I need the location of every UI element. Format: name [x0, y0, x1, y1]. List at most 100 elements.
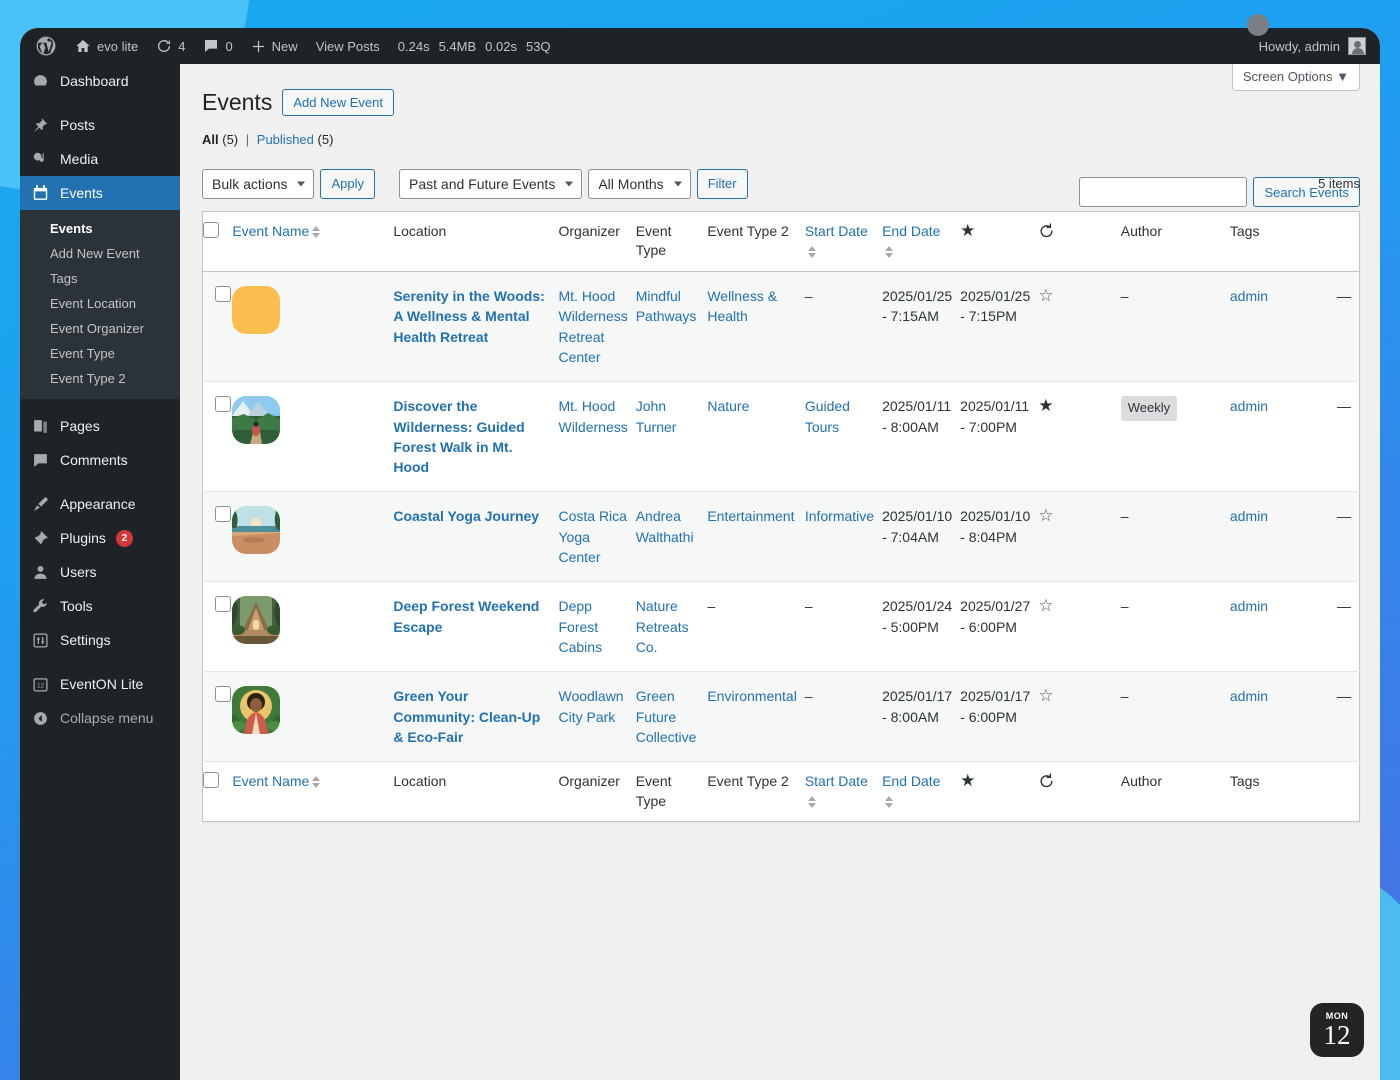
event-title-link[interactable]: Serenity in the Woods: A Wellness & Ment… — [393, 288, 544, 345]
event-author-link[interactable]: admin — [1230, 598, 1268, 614]
plugins-update-badge: 2 — [115, 529, 133, 547]
event-title-link[interactable]: Green Your Community: Clean-Up & Eco-Fai… — [393, 688, 540, 745]
row-organizer-cell: Andrea Walthathi — [636, 492, 708, 582]
event-type-2-link[interactable]: Guided Tours — [805, 398, 850, 434]
calendar-widget[interactable]: MON 12 — [1310, 1003, 1364, 1057]
star-outline-icon[interactable]: ☆ — [1038, 286, 1053, 305]
event-organizer-link[interactable]: Andrea Walthathi — [636, 508, 694, 544]
event-organizer-link[interactable]: Nature Retreats Co. — [636, 598, 689, 655]
column-header-end-date-label[interactable]: End Date — [882, 223, 940, 239]
event-thumbnail — [232, 396, 281, 445]
event-organizer-link[interactable]: Mindful Pathways — [636, 288, 697, 324]
select-all-checkbox-footer[interactable] — [203, 772, 219, 789]
sidebar-item-pages[interactable]: Pages — [20, 409, 180, 443]
star-outline-icon[interactable]: ☆ — [1038, 596, 1053, 615]
sidebar-item-plugins[interactable]: Plugins 2 — [20, 521, 180, 555]
view-published-link[interactable]: Published — [257, 132, 314, 147]
select-all-checkbox[interactable] — [203, 221, 219, 238]
sidebar-item-comments[interactable]: Comments — [20, 443, 180, 477]
view-posts-link[interactable]: View Posts — [307, 28, 389, 64]
add-new-event-button[interactable]: Add New Event — [282, 89, 394, 117]
event-type-link[interactable]: Nature — [707, 398, 749, 414]
event-type-link[interactable]: Environmental — [707, 688, 797, 704]
sidebar-item-collapse-menu[interactable]: Collapse menu — [20, 701, 180, 735]
bulk-actions-select[interactable]: Bulk actions — [202, 168, 315, 199]
sidebar-item-events[interactable]: Events — [20, 176, 180, 210]
star-icon[interactable]: ★ — [1038, 396, 1053, 415]
column-footer-start-date[interactable]: Start Date — [805, 762, 882, 822]
event-type-2-link[interactable]: Informative — [805, 508, 874, 524]
row-checkbox[interactable] — [215, 286, 231, 303]
filter-button[interactable]: Filter — [696, 168, 748, 199]
sidebar-item-eventon-lite[interactable]: 12 EventON Lite — [20, 667, 180, 701]
sidebar-item-media[interactable]: Media — [20, 142, 180, 176]
column-footer-event-name[interactable]: Event Name — [232, 762, 393, 822]
apply-button[interactable]: Apply — [320, 168, 376, 199]
event-location-link[interactable]: Costa Rica Yoga Center — [558, 508, 626, 565]
submenu-item-tags[interactable]: Tags — [20, 266, 180, 291]
event-type-link[interactable]: Entertainment — [707, 508, 794, 524]
wp-logo-menu[interactable] — [28, 28, 66, 64]
screen-options-toggle[interactable]: Screen Options ▼ — [1231, 64, 1360, 91]
event-location-link[interactable]: Depp Forest Cabins — [558, 598, 602, 655]
table-row: Deep Forest Weekend Escape Depp Forest C… — [202, 581, 1360, 672]
view-all-link[interactable]: All — [202, 132, 219, 147]
column-header-start-date-label[interactable]: Start Date — [805, 223, 868, 239]
comments-menu[interactable]: 0 — [194, 28, 241, 64]
site-name-menu[interactable]: evo lite — [66, 28, 147, 64]
star-outline-icon[interactable]: ☆ — [1038, 506, 1053, 525]
submenu-item-add-new-event[interactable]: Add New Event — [20, 241, 180, 266]
row-checkbox[interactable] — [215, 506, 231, 523]
my-account-menu[interactable]: Howdy, admin — [1259, 37, 1380, 55]
submenu-item-events[interactable]: Events — [20, 216, 180, 241]
month-filter-select[interactable]: All Months — [588, 168, 691, 199]
column-header-end-date[interactable]: End Date — [882, 211, 960, 271]
row-checkbox[interactable] — [215, 596, 231, 613]
sort-indicator-icon — [312, 776, 321, 789]
submenu-item-event-type[interactable]: Event Type — [20, 341, 180, 366]
sidebar-item-posts[interactable]: Posts — [20, 108, 180, 142]
submenu-item-event-organizer[interactable]: Event Organizer — [20, 316, 180, 341]
row-checkbox[interactable] — [215, 396, 231, 413]
column-footer-end-date-label[interactable]: End Date — [882, 773, 940, 789]
row-featured-cell[interactable]: ★ — [1038, 382, 1121, 492]
updates-menu[interactable]: 4 — [147, 28, 194, 64]
column-header-event-name-label[interactable]: Event Name — [232, 223, 309, 239]
column-header-start-date[interactable]: Start Date — [805, 211, 882, 271]
event-author-link[interactable]: admin — [1230, 688, 1268, 704]
row-checkbox[interactable] — [215, 686, 231, 703]
column-header-event-name[interactable]: Event Name — [232, 211, 393, 271]
event-author-link[interactable]: admin — [1230, 398, 1268, 414]
event-author-link[interactable]: admin — [1230, 508, 1268, 524]
event-type-link[interactable]: Wellness & Health — [707, 288, 777, 324]
row-featured-cell[interactable]: ☆ — [1038, 272, 1121, 382]
submenu-item-event-location[interactable]: Event Location — [20, 291, 180, 316]
submenu-item-event-type-2[interactable]: Event Type 2 — [20, 366, 180, 391]
event-title-link[interactable]: Deep Forest Weekend Escape — [393, 598, 539, 634]
sidebar-item-dashboard[interactable]: Dashboard — [20, 64, 180, 98]
sidebar-item-appearance[interactable]: Appearance — [20, 487, 180, 521]
row-organizer-cell: Nature Retreats Co. — [636, 582, 708, 672]
event-location-link[interactable]: Woodlawn City Park — [558, 688, 623, 724]
event-author-link[interactable]: admin — [1230, 288, 1268, 304]
column-footer-event-name-label[interactable]: Event Name — [232, 773, 309, 789]
new-content-menu[interactable]: New — [242, 28, 307, 64]
star-outline-icon[interactable]: ☆ — [1038, 686, 1053, 705]
row-featured-cell[interactable]: ☆ — [1038, 492, 1121, 582]
column-footer-end-date[interactable]: End Date — [882, 762, 960, 822]
sidebar-item-tools[interactable]: Tools — [20, 589, 180, 623]
event-location-link[interactable]: Mt. Hood Wilderness Retreat Center — [558, 288, 627, 365]
row-featured-cell[interactable]: ☆ — [1038, 672, 1121, 762]
event-organizer-link[interactable]: John Turner — [636, 398, 677, 434]
sidebar-item-label: Tools — [60, 598, 93, 614]
event-title-link[interactable]: Coastal Yoga Journey — [393, 508, 539, 524]
row-featured-cell[interactable]: ☆ — [1038, 582, 1121, 672]
event-organizer-link[interactable]: Green Future Collective — [636, 688, 697, 745]
sidebar-item-settings[interactable]: Settings — [20, 623, 180, 657]
column-footer-start-date-label[interactable]: Start Date — [805, 773, 868, 789]
time-filter-select[interactable]: Past and Future Events — [399, 168, 583, 199]
sidebar-item-users[interactable]: Users — [20, 555, 180, 589]
row-author-cell: admin — [1230, 272, 1337, 382]
event-location-link[interactable]: Mt. Hood Wilderness — [558, 398, 627, 434]
event-title-link[interactable]: Discover the Wilderness: Guided Forest W… — [393, 398, 524, 475]
